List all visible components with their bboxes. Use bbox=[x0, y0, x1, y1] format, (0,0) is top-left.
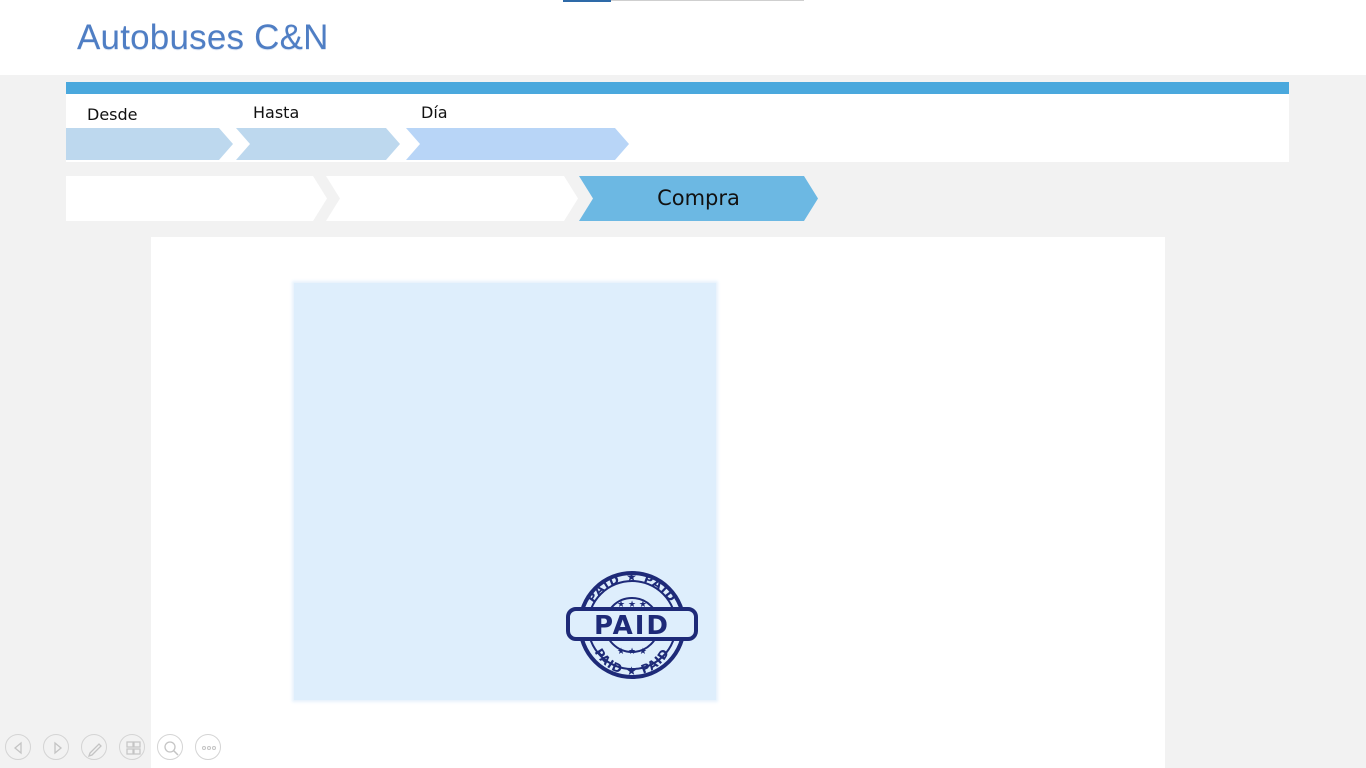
content-card: PAID ★ PAID PAID ★ PAID ★ ★ ★ ★ ★ ★ PAID bbox=[151, 237, 1165, 768]
pen-button[interactable] bbox=[81, 734, 107, 760]
panel-accent-bar bbox=[66, 82, 1289, 94]
previous-button[interactable] bbox=[5, 734, 31, 760]
title-bar: Autobuses C&N bbox=[0, 0, 1366, 75]
dia-label: Día bbox=[421, 103, 448, 122]
svg-text:★ ★ ★: ★ ★ ★ bbox=[617, 647, 647, 657]
next-button[interactable] bbox=[43, 734, 69, 760]
step-1[interactable] bbox=[66, 176, 327, 221]
desde-label: Desde bbox=[87, 105, 138, 124]
zoom-icon bbox=[164, 741, 179, 756]
desde-field[interactable] bbox=[66, 128, 233, 160]
more-icon bbox=[202, 746, 216, 750]
hasta-field[interactable] bbox=[236, 128, 400, 160]
step-compra[interactable]: Compra bbox=[579, 176, 818, 221]
search-panel: Desde Hasta Día bbox=[66, 82, 1289, 162]
purchase-steps: Compra bbox=[66, 176, 826, 221]
hasta-label: Hasta bbox=[253, 103, 300, 122]
svg-text:PAID: PAID bbox=[594, 611, 670, 641]
paid-stamp-icon: PAID ★ PAID PAID ★ PAID ★ ★ ★ ★ ★ ★ PAID bbox=[566, 570, 698, 679]
next-icon bbox=[54, 741, 63, 755]
slide-progress-fill bbox=[563, 0, 611, 2]
slides-icon bbox=[126, 741, 141, 755]
app-title: Autobuses C&N bbox=[77, 18, 329, 57]
previous-icon bbox=[13, 741, 22, 755]
step-2[interactable] bbox=[326, 176, 578, 221]
pen-icon bbox=[87, 743, 102, 758]
more-button[interactable] bbox=[195, 734, 221, 760]
dia-field[interactable] bbox=[406, 128, 629, 160]
step-compra-label: Compra bbox=[657, 186, 740, 210]
ticket-area: PAID ★ PAID PAID ★ PAID ★ ★ ★ ★ ★ ★ PAID bbox=[294, 283, 716, 700]
zoom-button[interactable] bbox=[157, 734, 183, 760]
slides-button[interactable] bbox=[119, 734, 145, 760]
